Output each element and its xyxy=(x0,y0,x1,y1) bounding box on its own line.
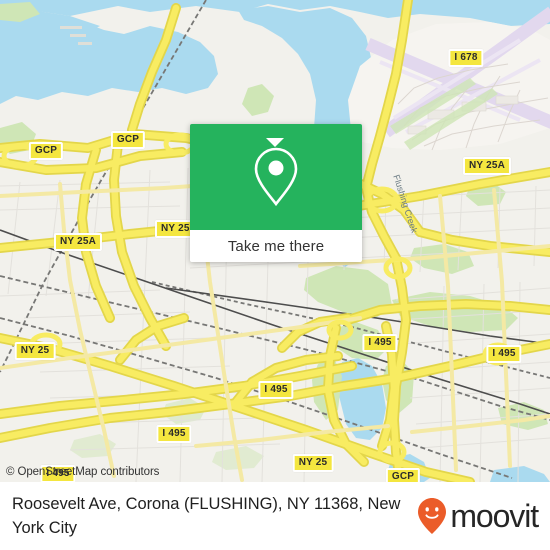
road-shield: GCP xyxy=(28,142,64,160)
road-shield: GCP xyxy=(110,131,146,149)
road-shield: I 495 xyxy=(258,381,294,399)
road-shield: I 678 xyxy=(448,49,484,67)
road-shield: I 495 xyxy=(156,425,192,443)
map-attribution[interactable]: © OpenStreetMap contributors xyxy=(0,463,550,482)
popup-pointer xyxy=(266,138,284,147)
take-me-there-label: Take me there xyxy=(227,237,325,255)
road-shield: NY 25A xyxy=(53,233,103,251)
moovit-wordmark: moovit xyxy=(450,498,539,534)
road-shield: NY 25A xyxy=(462,157,512,175)
popup-action[interactable]: Take me there xyxy=(190,230,362,262)
moovit-pin-logo-icon xyxy=(418,498,447,534)
map-screen: I 678 GCP GCP NY 25A NY 25A NY 25A I 495 NY 25 I… xyxy=(0,0,550,550)
moovit-brand[interactable]: moovit xyxy=(417,497,539,535)
road-shield: I 495 xyxy=(362,334,398,352)
address-text: Roosevelt Ave, Corona (FLUSHING), NY 113… xyxy=(12,495,401,537)
map-canvas[interactable]: I 678 GCP GCP NY 25A NY 25A NY 25A I 495 NY 25 I… xyxy=(0,0,550,482)
road-shield: NY 25 xyxy=(14,342,56,360)
footer-bar: Roosevelt Ave, Corona (FLUSHING), NY 113… xyxy=(0,482,550,550)
map-pin-icon xyxy=(254,147,298,207)
road-shield: I 495 xyxy=(486,345,522,363)
